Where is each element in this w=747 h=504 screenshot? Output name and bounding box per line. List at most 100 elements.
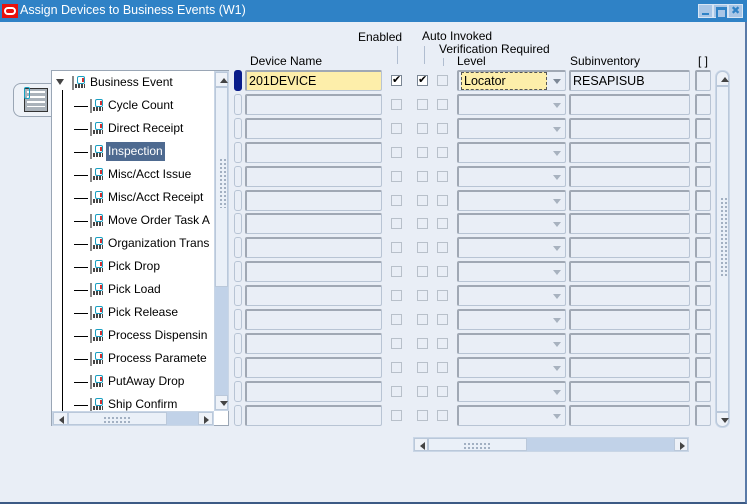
record-indicator[interactable] xyxy=(234,356,242,378)
level-select[interactable] xyxy=(457,93,566,115)
verification-required-checkbox[interactable] xyxy=(437,146,448,158)
record-indicator[interactable] xyxy=(234,93,242,115)
verification-required-checkbox[interactable] xyxy=(437,314,448,325)
auto-invoked-checkbox[interactable] xyxy=(417,409,428,421)
record-indicator[interactable] xyxy=(234,261,242,283)
subinventory-field[interactable]: RESAPISUB xyxy=(569,70,690,91)
descriptive-flexfield[interactable] xyxy=(695,285,711,307)
subinventory-field[interactable] xyxy=(569,213,690,235)
enabled-checkbox[interactable] xyxy=(391,266,402,278)
chevron-down-icon[interactable] xyxy=(553,222,561,228)
chevron-down-icon[interactable] xyxy=(553,150,561,156)
record-indicator[interactable] xyxy=(234,70,242,91)
level-select[interactable] xyxy=(457,285,566,307)
level-select[interactable] xyxy=(457,309,566,330)
device-name-field[interactable] xyxy=(245,356,382,378)
title-bar[interactable]: Assign Devices to Business Events (W1) xyxy=(0,0,747,22)
record-indicator[interactable] xyxy=(234,404,242,426)
device-name-field[interactable] xyxy=(245,93,382,115)
verification-required-checkbox[interactable] xyxy=(437,170,448,182)
auto-invoked-checkbox[interactable] xyxy=(417,73,428,86)
auto-invoked-checkbox[interactable] xyxy=(417,361,428,373)
enabled-checkbox[interactable] xyxy=(391,170,402,182)
verification-required-checkbox[interactable] xyxy=(437,218,448,230)
record-indicator[interactable] xyxy=(234,213,242,235)
subinventory-field[interactable] xyxy=(569,261,690,283)
device-name-field[interactable] xyxy=(245,285,382,307)
subinventory-field[interactable] xyxy=(569,332,690,354)
record-indicator[interactable] xyxy=(234,141,242,163)
level-select[interactable] xyxy=(457,380,566,402)
auto-invoked-checkbox[interactable] xyxy=(417,98,428,110)
descriptive-flexfield[interactable] xyxy=(695,70,711,91)
grid-vertical-scrollbar[interactable] xyxy=(715,70,730,428)
descriptive-flexfield[interactable] xyxy=(695,356,711,378)
device-name-field[interactable]: 201DEVICE xyxy=(245,70,382,91)
tree-hscroll-thumb[interactable] xyxy=(68,412,167,425)
auto-invoked-checkbox[interactable] xyxy=(417,170,428,182)
enabled-checkbox[interactable] xyxy=(391,218,402,230)
tree-vertical-scrollbar[interactable] xyxy=(214,71,229,411)
scroll-up-button[interactable] xyxy=(716,71,729,86)
chevron-down-icon[interactable] xyxy=(553,79,561,84)
descriptive-flexfield[interactable] xyxy=(695,117,711,139)
auto-invoked-checkbox[interactable] xyxy=(417,194,428,206)
descriptive-flexfield[interactable] xyxy=(695,332,711,354)
chevron-down-icon[interactable] xyxy=(553,102,561,108)
subinventory-field[interactable] xyxy=(569,309,690,330)
grid-vscroll-thumb[interactable] xyxy=(716,86,729,412)
record-indicator[interactable] xyxy=(234,165,242,187)
chevron-down-icon[interactable] xyxy=(553,198,561,204)
enabled-checkbox[interactable] xyxy=(391,385,402,397)
descriptive-flexfield[interactable] xyxy=(695,189,711,211)
descriptive-flexfield[interactable] xyxy=(695,380,711,402)
subinventory-field[interactable] xyxy=(569,165,690,187)
scroll-down-button[interactable] xyxy=(215,395,228,410)
verification-required-checkbox[interactable] xyxy=(437,337,448,349)
chevron-down-icon[interactable] xyxy=(553,318,561,323)
device-name-field[interactable] xyxy=(245,332,382,354)
auto-invoked-checkbox[interactable] xyxy=(417,266,428,278)
chevron-down-icon[interactable] xyxy=(553,174,561,180)
record-indicator[interactable] xyxy=(234,285,242,307)
enabled-checkbox[interactable] xyxy=(391,242,402,254)
level-select[interactable] xyxy=(457,332,566,354)
scroll-right-button[interactable] xyxy=(674,438,688,451)
enabled-checkbox[interactable] xyxy=(391,146,402,158)
subinventory-field[interactable] xyxy=(569,117,690,139)
chevron-down-icon[interactable] xyxy=(553,365,561,371)
subinventory-field[interactable] xyxy=(569,356,690,378)
chevron-down-icon[interactable] xyxy=(553,413,561,419)
device-name-field[interactable] xyxy=(245,213,382,235)
level-select[interactable]: Locator xyxy=(457,70,566,91)
level-select[interactable] xyxy=(457,165,566,187)
auto-invoked-checkbox[interactable] xyxy=(417,122,428,134)
subinventory-field[interactable] xyxy=(569,404,690,426)
level-select[interactable] xyxy=(457,189,566,211)
collapse-icon[interactable] xyxy=(56,79,65,88)
device-name-field[interactable] xyxy=(245,261,382,283)
scroll-left-button[interactable] xyxy=(53,412,68,425)
device-name-field[interactable] xyxy=(245,380,382,402)
descriptive-flexfield[interactable] xyxy=(695,165,711,187)
subinventory-field[interactable] xyxy=(569,141,690,163)
device-name-field[interactable] xyxy=(245,117,382,139)
level-select[interactable] xyxy=(457,141,566,163)
tree-navigator-button[interactable] xyxy=(13,83,51,117)
tree-horizontal-scrollbar[interactable] xyxy=(52,411,214,426)
verification-required-checkbox[interactable] xyxy=(437,266,448,278)
enabled-checkbox[interactable] xyxy=(391,409,402,421)
descriptive-flexfield[interactable] xyxy=(695,404,711,426)
verification-required-checkbox[interactable] xyxy=(437,409,448,421)
enabled-checkbox[interactable] xyxy=(391,98,402,110)
verification-required-checkbox[interactable] xyxy=(437,290,448,302)
enabled-checkbox[interactable] xyxy=(391,194,402,206)
maximize-button[interactable] xyxy=(713,4,728,19)
verification-required-checkbox[interactable] xyxy=(437,98,448,110)
descriptive-flexfield[interactable] xyxy=(695,261,711,283)
auto-invoked-checkbox[interactable] xyxy=(417,385,428,397)
grid-horizontal-scrollbar[interactable] xyxy=(413,437,689,452)
level-select[interactable] xyxy=(457,261,566,283)
enabled-checkbox[interactable] xyxy=(391,337,402,349)
device-name-field[interactable] xyxy=(245,237,382,259)
